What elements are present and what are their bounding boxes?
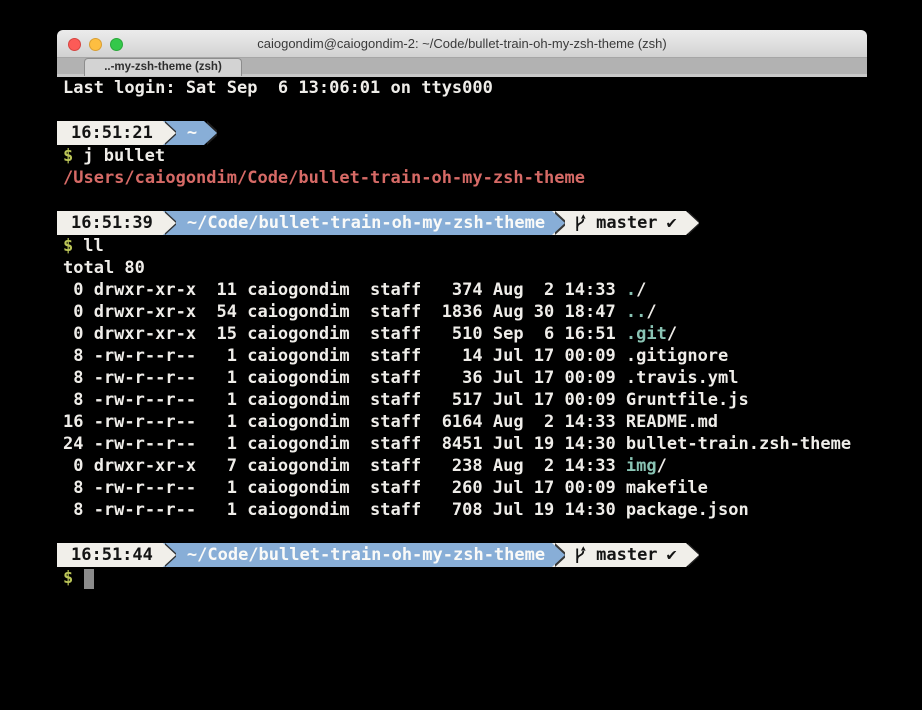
ls-row: 8 -rw-r--r-- 1 caiogondim staff 708 Jul … bbox=[57, 499, 885, 521]
prompt-time: 16:51:44 bbox=[71, 545, 153, 565]
powerline-separator-icon bbox=[163, 211, 176, 235]
ls-name: . bbox=[626, 280, 636, 300]
ls-total-line: total 80 bbox=[57, 257, 885, 279]
title-bar[interactable]: caiogondim@caiogondim-2: ~/Code/bullet-t… bbox=[57, 30, 867, 58]
prompt-dir-segment: ~/Code/bullet-train-oh-my-zsh-theme bbox=[176, 211, 552, 235]
ls-name: Gruntfile.js bbox=[626, 390, 749, 410]
powerline-separator-icon bbox=[163, 543, 176, 567]
ls-row: 8 -rw-r--r-- 1 caiogondim staff 260 Jul … bbox=[57, 477, 885, 499]
prompt-time: 16:51:39 bbox=[71, 213, 153, 233]
prompt-time-segment: 16:51:39 bbox=[57, 211, 163, 235]
ls-row: 8 -rw-r--r-- 1 caiogondim staff 36 Jul 1… bbox=[57, 367, 885, 389]
jump-output-line: /Users/caiogondim/Code/bullet-train-oh-m… bbox=[57, 167, 885, 189]
ls-row: 0 drwxr-xr-x 54 caiogondim staff 1836 Au… bbox=[57, 301, 885, 323]
ls-row: 8 -rw-r--r-- 1 caiogondim staff 517 Jul … bbox=[57, 389, 885, 411]
powerline-separator-icon bbox=[163, 121, 176, 145]
ls-meta: 0 drwxr-xr-x 11 caiogondim staff 374 Aug… bbox=[63, 280, 626, 300]
powerline-separator-icon bbox=[686, 543, 699, 567]
git-clean-check-icon: ✔ bbox=[667, 545, 677, 565]
traffic-lights bbox=[68, 38, 123, 51]
command-text: j bullet bbox=[83, 146, 165, 166]
ls-suffix: / bbox=[657, 456, 667, 476]
prompt-line: 16:51:44 ~/Code/bullet-train-oh-my-zsh-t… bbox=[57, 543, 885, 567]
terminal-window: caiogondim@caiogondim-2: ~/Code/bullet-t… bbox=[57, 30, 867, 77]
command-line: $ bbox=[57, 567, 885, 589]
ls-name: .git bbox=[626, 324, 667, 344]
ls-meta: 8 -rw-r--r-- 1 caiogondim staff 708 Jul … bbox=[63, 500, 626, 520]
prompt-symbol: $ bbox=[63, 236, 73, 256]
zoom-button[interactable] bbox=[110, 38, 123, 51]
prompt-dir: ~/Code/bullet-train-oh-my-zsh-theme bbox=[187, 545, 545, 565]
ls-meta: 0 drwxr-xr-x 7 caiogondim staff 238 Aug … bbox=[63, 456, 626, 476]
git-clean-check-icon: ✔ bbox=[667, 213, 677, 233]
powerline-separator-icon bbox=[686, 211, 699, 235]
blank-line bbox=[57, 99, 885, 121]
ls-name: img bbox=[626, 456, 657, 476]
window-title: caiogondim@caiogondim-2: ~/Code/bullet-t… bbox=[57, 30, 867, 57]
prompt-dir: ~/Code/bullet-train-oh-my-zsh-theme bbox=[187, 213, 545, 233]
ls-name: package.json bbox=[626, 500, 749, 520]
git-branch-name: master bbox=[596, 213, 657, 233]
prompt-time: 16:51:21 bbox=[71, 123, 153, 143]
ls-name: makefile bbox=[626, 478, 708, 498]
prompt-dir-segment: ~/Code/bullet-train-oh-my-zsh-theme bbox=[176, 543, 552, 567]
ls-meta: 8 -rw-r--r-- 1 caiogondim staff 260 Jul … bbox=[63, 478, 626, 498]
minimize-button[interactable] bbox=[89, 38, 102, 51]
prompt-symbol: $ bbox=[63, 146, 73, 166]
command-text: ll bbox=[83, 236, 103, 256]
ls-meta: 8 -rw-r--r-- 1 caiogondim staff 517 Jul … bbox=[63, 390, 626, 410]
ls-row: 0 drwxr-xr-x 11 caiogondim staff 374 Aug… bbox=[57, 279, 885, 301]
prompt-git-segment: master ✔ bbox=[565, 211, 686, 235]
powerline-separator-icon bbox=[552, 543, 565, 567]
ls-name: .gitignore bbox=[626, 346, 728, 366]
ls-row: 24 -rw-r--r-- 1 caiogondim staff 8451 Ju… bbox=[57, 433, 885, 455]
ls-name: bullet-train.zsh-theme bbox=[626, 434, 851, 454]
powerline-separator-icon bbox=[552, 211, 565, 235]
ls-meta: 0 drwxr-xr-x 15 caiogondim staff 510 Sep… bbox=[63, 324, 626, 344]
git-branch-name: master bbox=[596, 545, 657, 565]
close-button[interactable] bbox=[68, 38, 81, 51]
prompt-line: 16:51:39 ~/Code/bullet-train-oh-my-zsh-t… bbox=[57, 211, 885, 235]
ls-row: 8 -rw-r--r-- 1 caiogondim staff 14 Jul 1… bbox=[57, 345, 885, 367]
ls-row: 0 drwxr-xr-x 7 caiogondim staff 238 Aug … bbox=[57, 455, 885, 477]
command-line: $ j bullet bbox=[57, 145, 885, 167]
prompt-symbol: $ bbox=[63, 568, 73, 588]
tab-bar: ..-my-zsh-theme (zsh) bbox=[57, 58, 867, 77]
ls-suffix: / bbox=[646, 302, 656, 322]
tab-my-zsh-theme[interactable]: ..-my-zsh-theme (zsh) bbox=[84, 58, 242, 76]
ls-meta: 0 drwxr-xr-x 54 caiogondim staff 1836 Au… bbox=[63, 302, 626, 322]
terminal-cursor bbox=[84, 569, 94, 589]
command-line: $ ll bbox=[57, 235, 885, 257]
ls-suffix: / bbox=[667, 324, 677, 344]
ls-name: .travis.yml bbox=[626, 368, 739, 388]
powerline-separator-icon bbox=[204, 121, 217, 145]
ls-row: 0 drwxr-xr-x 15 caiogondim staff 510 Sep… bbox=[57, 323, 885, 345]
ls-meta: 24 -rw-r--r-- 1 caiogondim staff 8451 Ju… bbox=[63, 434, 626, 454]
prompt-dir: ~ bbox=[187, 123, 197, 143]
ls-meta: 16 -rw-r--r-- 1 caiogondim staff 6164 Au… bbox=[63, 412, 626, 432]
prompt-line: 16:51:21 ~ bbox=[57, 121, 885, 145]
prompt-time-segment: 16:51:21 bbox=[57, 121, 163, 145]
git-branch-icon bbox=[574, 546, 587, 565]
ls-meta: 8 -rw-r--r-- 1 caiogondim staff 14 Jul 1… bbox=[63, 346, 626, 366]
git-branch-icon bbox=[574, 214, 587, 233]
prompt-git-segment: master ✔ bbox=[565, 543, 686, 567]
ls-row: 16 -rw-r--r-- 1 caiogondim staff 6164 Au… bbox=[57, 411, 885, 433]
last-login-line: Last login: Sat Sep 6 13:06:01 on ttys00… bbox=[57, 77, 885, 99]
ls-suffix: / bbox=[636, 280, 646, 300]
blank-line bbox=[57, 189, 885, 211]
ls-name: README.md bbox=[626, 412, 718, 432]
prompt-time-segment: 16:51:44 bbox=[57, 543, 163, 567]
ls-meta: 8 -rw-r--r-- 1 caiogondim staff 36 Jul 1… bbox=[63, 368, 626, 388]
terminal-screen[interactable]: Last login: Sat Sep 6 13:06:01 on ttys00… bbox=[57, 77, 885, 589]
ls-name: .. bbox=[626, 302, 646, 322]
prompt-dir-segment: ~ bbox=[176, 121, 204, 145]
blank-line bbox=[57, 521, 885, 543]
